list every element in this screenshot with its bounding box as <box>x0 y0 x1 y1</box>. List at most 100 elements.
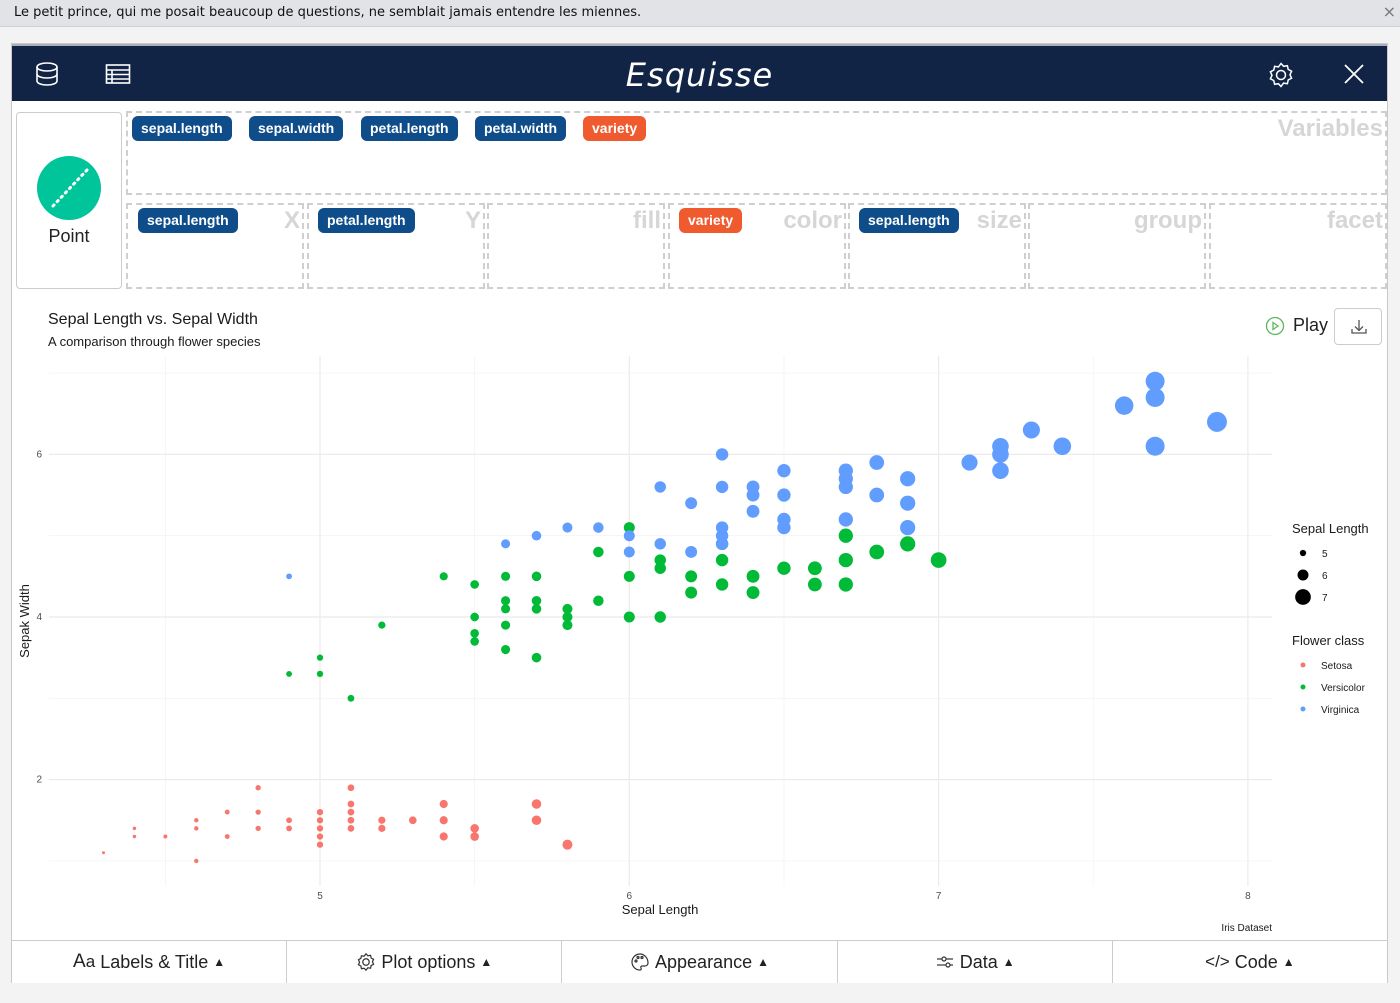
tab-appearance[interactable]: Appearance ▲ <box>562 941 838 983</box>
data-point-setosa <box>347 808 355 816</box>
data-point-versicolor <box>501 644 511 655</box>
data-point-setosa <box>132 826 137 831</box>
caret-up-icon: ▲ <box>757 955 769 969</box>
data-point-versicolor <box>593 595 604 606</box>
data-point-virginica <box>1022 421 1040 439</box>
data-point-virginica <box>777 520 791 535</box>
tab-code[interactable]: </> Code ▲ <box>1112 941 1388 983</box>
data-point-versicolor <box>838 577 853 592</box>
data-point-setosa <box>531 815 542 826</box>
legend-color-key <box>1300 706 1306 712</box>
data-point-setosa <box>316 833 324 840</box>
caret-up-icon: ▲ <box>213 955 226 969</box>
legend-title-color: Flower class <box>1292 633 1365 648</box>
data-point-versicolor <box>286 671 292 677</box>
legend-size-key <box>1297 569 1309 581</box>
code-icon: </> <box>1205 952 1230 971</box>
legend-color-label: Virginica <box>1321 705 1360 716</box>
data-point-virginica <box>777 488 791 502</box>
data-point-versicolor <box>930 552 947 568</box>
data-point-setosa <box>531 799 542 809</box>
data-point-virginica <box>900 495 916 511</box>
data-point-setosa <box>470 824 479 833</box>
esquisse-app: Esquisse Point Variables sepal.length se… <box>11 43 1388 983</box>
data-point-versicolor <box>501 571 511 581</box>
data-point-versicolor <box>715 578 729 591</box>
data-point-versicolor <box>501 604 511 614</box>
y-tick-label: 2 <box>36 775 42 786</box>
data-point-virginica <box>593 522 604 533</box>
data-point-setosa <box>224 834 230 839</box>
tab-data[interactable]: Data ▲ <box>837 941 1113 983</box>
data-point-versicolor <box>746 569 760 583</box>
data-point-versicolor <box>807 577 822 592</box>
data-point-versicolor <box>623 570 635 582</box>
data-point-setosa <box>194 826 199 831</box>
data-point-versicolor <box>439 572 448 581</box>
tab-plot-options[interactable]: Plot options ▲ <box>287 941 563 983</box>
legend-color-key <box>1300 684 1306 690</box>
data-point-virginica <box>1207 411 1227 432</box>
data-point-versicolor <box>316 670 324 678</box>
data-point-virginica <box>992 462 1009 479</box>
data-point-versicolor <box>470 612 479 622</box>
data-point-virginica <box>992 446 1009 463</box>
caret-up-icon: ▲ <box>480 955 493 969</box>
data-point-setosa <box>286 817 292 824</box>
data-point-setosa <box>562 839 573 850</box>
data-point-versicolor <box>347 694 355 702</box>
legend-size-label: 6 <box>1322 571 1328 582</box>
tab-labels-title[interactable]: Aa Labels & Title ▲ <box>12 941 288 983</box>
tab-label: Appearance <box>655 951 753 972</box>
data-point-setosa <box>347 784 355 792</box>
data-point-versicolor <box>470 637 479 646</box>
chart-caption: Iris Dataset <box>1221 923 1272 934</box>
data-point-virginica <box>838 479 853 495</box>
data-point-setosa <box>163 834 168 839</box>
data-point-virginica <box>838 512 853 527</box>
data-point-setosa <box>439 816 448 825</box>
data-point-versicolor <box>531 652 542 663</box>
legend-color-label: Versicolor <box>1321 683 1366 694</box>
data-point-versicolor <box>470 628 479 638</box>
x-tick-label: 6 <box>627 891 633 902</box>
notice-text: Le petit prince, qui me posait beaucoup … <box>14 5 642 20</box>
data-point-virginica <box>715 480 729 494</box>
axis-labels: 5 6 7 8246Sepal LengthSepak WidthIris Datas… <box>17 449 1272 934</box>
data-point-setosa <box>224 809 230 815</box>
legend-size-key <box>1295 589 1311 605</box>
data-point-virginica <box>1145 388 1165 407</box>
data-point-setosa <box>439 832 448 841</box>
data-point-setosa <box>439 799 448 809</box>
data-point-setosa <box>316 825 324 832</box>
data-point-virginica <box>900 471 916 487</box>
caret-up-icon: ▲ <box>1002 955 1015 969</box>
data-point-virginica <box>1145 371 1165 391</box>
data-point-virginica <box>715 448 729 461</box>
data-point-setosa <box>347 800 355 808</box>
data-point-setosa <box>347 816 355 824</box>
data-point-virginica <box>501 539 511 549</box>
data-point-versicolor <box>807 561 822 576</box>
data-point-setosa <box>470 832 479 841</box>
notice-bar: Le petit prince, qui me posait beaucoup … <box>0 0 1400 27</box>
data-point-setosa <box>316 817 324 824</box>
legend-color-key <box>1300 662 1306 668</box>
data-point-setosa <box>378 816 386 824</box>
x-tick-label: 7 <box>936 891 942 902</box>
data-point-versicolor <box>470 580 479 589</box>
x-axis-title: Sepal Length <box>622 902 699 917</box>
y-axis-title: Sepak Width <box>17 584 32 658</box>
data-point-versicolor <box>593 546 604 558</box>
data-point-versicolor <box>838 552 853 568</box>
data-point-versicolor <box>715 553 729 567</box>
tab-label: Code <box>1234 951 1278 972</box>
close-icon[interactable]: × <box>1383 2 1396 21</box>
tab-label: Labels & Title <box>100 951 209 972</box>
y-tick-label: 6 <box>36 449 42 460</box>
data-point-setosa <box>408 816 417 825</box>
tab-label: Data <box>959 951 998 972</box>
data-point-virginica <box>869 487 885 503</box>
tab-label: Plot options <box>381 951 476 972</box>
data-point-versicolor <box>654 611 666 623</box>
